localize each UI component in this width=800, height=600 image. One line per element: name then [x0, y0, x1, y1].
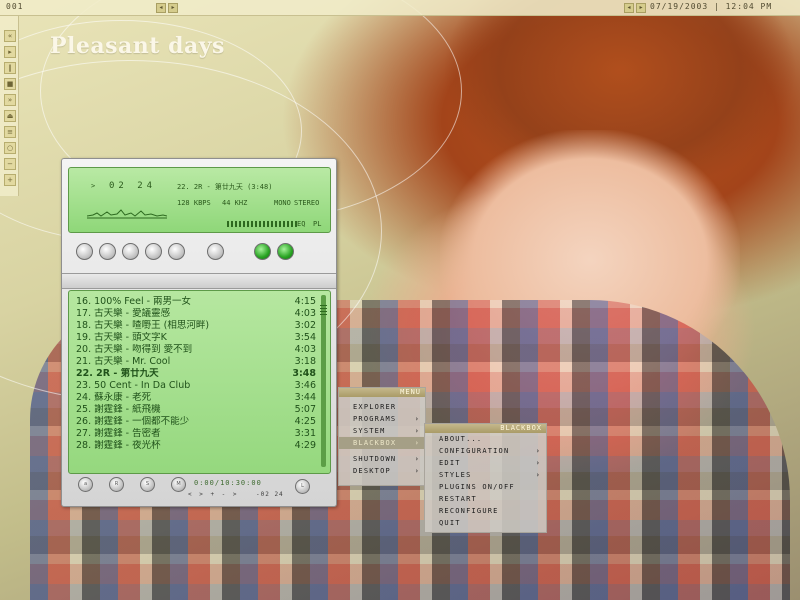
menu-icon[interactable]: ≡ — [4, 126, 16, 138]
spectrum-visualizer — [87, 209, 167, 219]
stop-button[interactable] — [145, 243, 162, 260]
playlist-item[interactable]: 21. 古天樂 - Mr. Cool 3:18 — [76, 356, 316, 368]
forward-icon[interactable]: » — [4, 94, 16, 106]
remove-button[interactable]: R — [109, 477, 124, 492]
playlist-scrollbar[interactable] — [321, 295, 326, 467]
playlist-item-current[interactable]: 22. 2R - 第廿九天 3:48 — [76, 368, 316, 380]
list-button[interactable]: L — [295, 479, 310, 494]
playlist-elapsed: -02 24 — [256, 491, 284, 498]
playlist-item[interactable]: 20. 古天樂 - 吻得到 愛不到 4:03 — [76, 344, 316, 356]
window-switcher: ◂ ▸ — [624, 3, 646, 13]
top-toolbar: 001 ◂ ▸ ◂ ▸ 07/19/2003 | 12:04 PM — [0, 0, 800, 16]
workspace-switcher: ◂ ▸ — [156, 3, 178, 13]
stereo-indicator: STEREO — [294, 199, 320, 207]
chevron-right-icon: › — [535, 459, 541, 467]
submenu-item-quit[interactable]: QUIT — [425, 517, 546, 529]
playlist-toggle[interactable]: PL — [313, 220, 321, 228]
previous-button[interactable] — [76, 243, 93, 260]
prev-workspace-button[interactable]: ◂ — [156, 3, 166, 13]
menu-item-system[interactable]: SYSTEM › — [339, 425, 425, 437]
next-workspace-button[interactable]: ▸ — [168, 3, 178, 13]
wallpaper-title: Pleasant days — [50, 33, 225, 59]
eject-icon[interactable]: ⏏ — [4, 110, 16, 122]
blackbox-submenu: BLACKBOX ABOUT... CONFIGURATION › EDIT › S… — [424, 423, 547, 533]
mono-indicator: MONO — [274, 199, 291, 207]
submenu-item-plugins[interactable]: PLUGINS ON/OFF — [425, 481, 546, 493]
menu-item-explorer[interactable]: EXPLORER — [339, 401, 425, 413]
minus-icon[interactable]: − — [4, 158, 16, 170]
eq-toggle[interactable]: EQ — [297, 220, 305, 228]
playlist-item[interactable]: 17. 古天樂 - 愛議靈感 4:03 — [76, 308, 316, 320]
pause-icon[interactable]: ‖ — [4, 62, 16, 74]
media-player-window: > 02 24 22. 2R - 第廿九天 (3:48) 128 KBPS 44… — [61, 158, 337, 507]
root-menu: MENU EXPLORER PROGRAMS › SYSTEM › BLACKBOX… — [338, 387, 426, 486]
chevron-right-icon: › — [535, 447, 541, 455]
menu-item-desktop[interactable]: DESKTOP › — [339, 465, 425, 477]
eject-button[interactable] — [207, 243, 224, 260]
playlist: 16. 100% Feel - 兩男一女 4:15 17. 古天樂 - 愛議靈感 4… — [68, 290, 331, 474]
chevron-right-icon: › — [414, 415, 420, 423]
rewind-icon[interactable]: « — [4, 30, 16, 42]
prev-window-button[interactable]: ◂ — [624, 3, 634, 13]
submenu-item-restart[interactable]: RESTART — [425, 493, 546, 505]
menu-item-shutdown[interactable]: SHUTDOWN › — [339, 453, 425, 465]
samplerate: 44 KHZ — [222, 199, 248, 207]
workspace-label: 001 — [6, 2, 24, 11]
next-button[interactable] — [168, 243, 185, 260]
submenu-title: BLACKBOX — [425, 424, 546, 433]
play-icon[interactable]: ▸ — [4, 46, 16, 58]
playlist-item[interactable]: 19. 古天樂 - 頭文字K 3:54 — [76, 332, 316, 344]
player-display: > 02 24 22. 2R - 第廿九天 (3:48) 128 KBPS 44… — [68, 167, 331, 233]
playlist-item[interactable]: 26. 謝霆鋒 - 一個都不能少 4:25 — [76, 416, 316, 428]
submenu-item-configuration[interactable]: CONFIGURATION › — [425, 445, 546, 457]
playlist-total-time: 0:00/10:30:00 — [194, 479, 262, 487]
repeat-button[interactable] — [277, 243, 294, 260]
submenu-item-styles[interactable]: STYLES › — [425, 469, 546, 481]
bitrate: 128 KBPS — [177, 199, 211, 207]
player-divider — [62, 273, 336, 289]
left-toolbar: « ▸ ‖ ■ » ⏏ ≡ ○ − + — [0, 16, 19, 196]
playlist-item[interactable]: 28. 謝霆鋒 - 夜光杯 4:29 — [76, 440, 316, 452]
submenu-item-reconfigure[interactable]: RECONFIGURE — [425, 505, 546, 517]
stop-icon[interactable]: ■ — [4, 78, 16, 90]
shuffle-button[interactable] — [254, 243, 271, 260]
menu-item-programs[interactable]: PROGRAMS › — [339, 413, 425, 425]
plus-icon[interactable]: + — [4, 174, 16, 186]
playlist-item[interactable]: 25. 謝霆鋒 - 紙飛機 5:07 — [76, 404, 316, 416]
menu-title: MENU — [339, 388, 425, 397]
settings-icon[interactable]: ○ — [4, 142, 16, 154]
chevron-right-icon: › — [414, 439, 420, 447]
playlist-controls: a R S M — [78, 477, 186, 492]
playlist-item[interactable]: 23. 50 Cent - In Da Club 3:46 — [76, 380, 316, 392]
playlist-item[interactable]: 27. 謝霆鋒 - 告密者 3:31 — [76, 428, 316, 440]
pause-button[interactable] — [122, 243, 139, 260]
chevron-right-icon: › — [535, 471, 541, 479]
transport-controls — [76, 243, 294, 260]
playlist-item[interactable]: 16. 100% Feel - 兩男一女 4:15 — [76, 296, 316, 308]
playlist-item[interactable]: 18. 古天樂 - 喳嘢王 (相思河畔) 3:02 — [76, 320, 316, 332]
submenu-item-about[interactable]: ABOUT... — [425, 433, 546, 445]
next-window-button[interactable]: ▸ — [636, 3, 646, 13]
playlist-nav[interactable]: < > + - > — [188, 491, 239, 498]
now-playing-title: 22. 2R - 第廿九天 (3:48) — [177, 183, 273, 191]
chevron-right-icon: › — [414, 455, 420, 463]
play-state-icon: > — [91, 182, 96, 190]
misc-button[interactable]: M — [171, 477, 186, 492]
submenu-item-edit[interactable]: EDIT › — [425, 457, 546, 469]
menu-item-blackbox[interactable]: BLACKBOX › — [339, 437, 425, 449]
clock: 07/19/2003 | 12:04 PM — [650, 2, 773, 11]
add-button[interactable]: a — [78, 477, 93, 492]
playlist-item[interactable]: 24. 蘇永康 - 老死 3:44 — [76, 392, 316, 404]
select-button[interactable]: S — [140, 477, 155, 492]
play-button[interactable] — [99, 243, 116, 260]
chevron-right-icon: › — [414, 467, 420, 475]
elapsed-time: 02 24 — [109, 181, 157, 191]
chevron-right-icon: › — [414, 427, 420, 435]
scrollbar-grip-icon[interactable] — [320, 305, 327, 315]
volume-bar[interactable] — [227, 221, 297, 227]
